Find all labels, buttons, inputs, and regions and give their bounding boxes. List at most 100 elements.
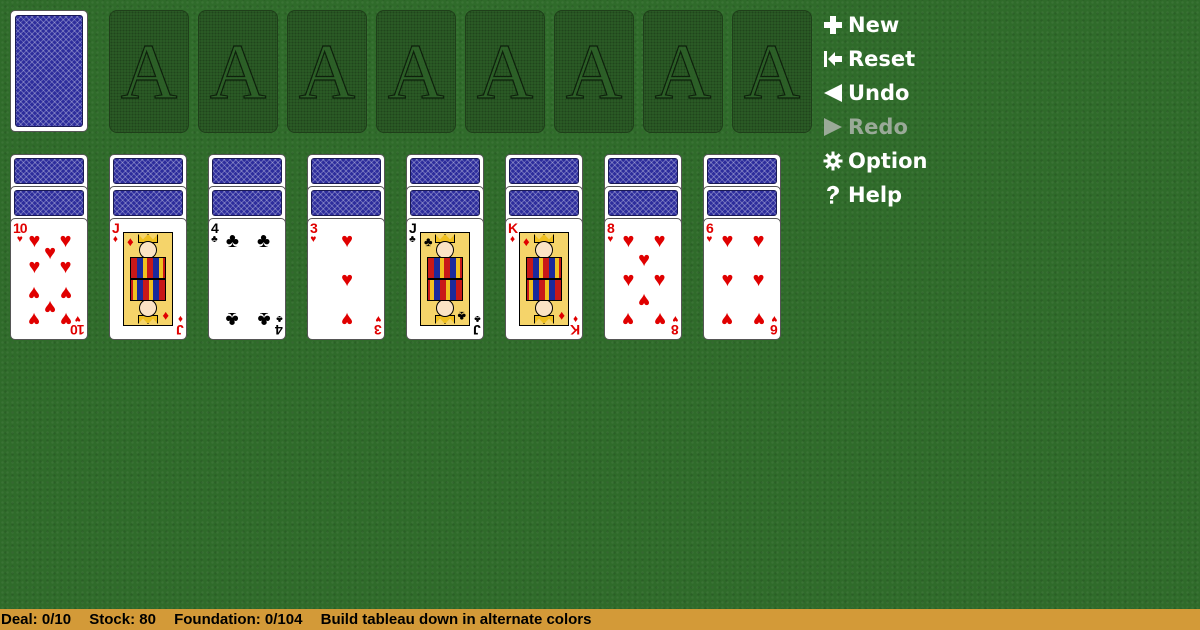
- card-index: J ♣: [409, 220, 417, 245]
- hearts-icon: ♥: [721, 308, 734, 331]
- redo-button[interactable]: Redo: [822, 110, 928, 144]
- hearts-icon: ♥: [622, 229, 635, 252]
- card-index: 3 ♥: [310, 220, 318, 245]
- hearts-icon: ♥: [341, 229, 353, 252]
- playing-card[interactable]: J ♦ J ♦ ♦ ♦: [109, 218, 187, 340]
- foundation-placeholder: A: [743, 27, 801, 115]
- card-rank: 6: [706, 220, 714, 236]
- playing-card[interactable]: J ♣ J ♣ ♣ ♣: [406, 218, 484, 340]
- playing-card[interactable]: 10 ♥ 10 ♥ ♥ ♥ ♥ ♥ ♥ ♥ ♥ ♥ ♥ ♥: [10, 218, 88, 340]
- card-back: [113, 158, 183, 184]
- diamonds-icon: ♦: [523, 234, 530, 249]
- card-back: [608, 158, 678, 184]
- help-button[interactable]: Help: [822, 178, 928, 212]
- playing-card[interactable]: K ♦ K ♦ ♦ ♦: [505, 218, 583, 340]
- foundation-slot[interactable]: A: [554, 10, 634, 133]
- card-back: [113, 190, 183, 216]
- deal-count: Deal: 0/10: [1, 611, 72, 628]
- hearts-icon: ♥: [341, 308, 353, 331]
- card-index: 6 ♥: [771, 313, 778, 338]
- card-back: [311, 190, 381, 216]
- foundation-slot[interactable]: A: [376, 10, 456, 133]
- game-menu: New Reset Undo Redo Option Help: [822, 8, 928, 212]
- foundation-placeholder: A: [387, 27, 445, 115]
- clubs-icon: ♣: [457, 309, 466, 324]
- court-figure: ♦: [520, 279, 568, 325]
- new-button[interactable]: New: [822, 8, 928, 42]
- help-icon: [822, 184, 844, 206]
- court-figure: ♦: [124, 279, 172, 325]
- card-rank: 3: [310, 220, 318, 236]
- undo-button[interactable]: Undo: [822, 76, 928, 110]
- playing-card[interactable]: 8 ♥ 8 ♥ ♥ ♥ ♥ ♥ ♥ ♥ ♥ ♥: [604, 218, 682, 340]
- hearts-icon: ♥: [59, 282, 72, 305]
- foundation-slot[interactable]: A: [465, 10, 545, 133]
- foundation-slot[interactable]: A: [732, 10, 812, 133]
- card-index: K ♦: [508, 221, 518, 245]
- new-label: New: [848, 13, 900, 37]
- hearts-icon: ♥: [721, 269, 734, 291]
- card-back: [410, 190, 480, 216]
- card-back: [608, 190, 678, 216]
- foundation-placeholder: A: [209, 27, 267, 115]
- clubs-icon: ♣: [225, 308, 239, 331]
- hearts-icon: ♥: [59, 229, 72, 252]
- card-back: [14, 190, 84, 216]
- card-index: J ♣: [474, 313, 481, 338]
- card-rank: 8: [672, 322, 679, 338]
- card-index: K ♦: [570, 313, 580, 338]
- court-card-artwork: ♣ ♣: [420, 232, 470, 326]
- card-back: [707, 158, 777, 184]
- option-button[interactable]: Option: [822, 144, 928, 178]
- hearts-icon: ♥: [28, 282, 41, 305]
- foundation-slot[interactable]: A: [109, 10, 189, 133]
- stock-pile[interactable]: [10, 10, 88, 132]
- foundation-placeholder: A: [565, 27, 623, 115]
- redo-icon: [822, 116, 844, 138]
- card-rank: J: [474, 322, 481, 338]
- stock-count: Stock: 80: [89, 611, 156, 628]
- card-rank: 10: [13, 220, 28, 236]
- foundation-count: Foundation: 0/104: [174, 611, 303, 628]
- reset-button[interactable]: Reset: [822, 42, 928, 76]
- playing-card[interactable]: 3 ♥ 3 ♥ ♥ ♥ ♥: [307, 218, 385, 340]
- hearts-icon: ♥: [28, 308, 41, 331]
- clubs-icon: ♣: [424, 234, 433, 249]
- card-back: [707, 190, 777, 216]
- undo-icon: [822, 82, 844, 104]
- card-rank: J: [112, 220, 120, 236]
- face-icon: [436, 299, 454, 317]
- tableau-pile: 10 ♥ 10 ♥ ♥ ♥ ♥ ♥ ♥ ♥ ♥ ♥ ♥ ♥: [10, 154, 88, 340]
- foundation-slot[interactable]: A: [643, 10, 723, 133]
- playing-card[interactable]: 6 ♥ 6 ♥ ♥ ♥ ♥ ♥ ♥ ♥: [703, 218, 781, 340]
- hearts-icon: ♥: [653, 308, 666, 331]
- hearts-icon: ♥: [653, 269, 666, 291]
- reset-icon: [822, 48, 844, 70]
- card-rank: K: [570, 322, 580, 338]
- diamonds-icon: ♦: [178, 312, 184, 324]
- redo-label: Redo: [848, 115, 908, 139]
- card-rank: 8: [607, 220, 615, 236]
- card-index: 10 ♥: [71, 313, 85, 338]
- robe-icon: [526, 279, 562, 301]
- card-back: [14, 158, 84, 184]
- foundation-slot[interactable]: A: [287, 10, 367, 133]
- card-back: [15, 15, 83, 127]
- playing-card[interactable]: 4 ♣ 4 ♣ ♣ ♣ ♣ ♣: [208, 218, 286, 340]
- face-icon: [535, 299, 553, 317]
- hearts-icon: ♥: [59, 255, 72, 278]
- card-rank: J: [409, 220, 417, 236]
- card-back: [410, 158, 480, 184]
- foundation-placeholder: A: [298, 27, 356, 115]
- foundation-slot[interactable]: A: [198, 10, 278, 133]
- diamonds-icon: ♦: [558, 309, 565, 324]
- card-back: [509, 190, 579, 216]
- card-rank: 3: [375, 322, 382, 338]
- court-figure: ♦: [520, 233, 568, 279]
- robe-icon: [130, 257, 166, 279]
- card-rank: 4: [211, 220, 219, 236]
- hearts-icon: ♥: [752, 229, 765, 252]
- plus-icon: [822, 14, 844, 36]
- face-icon: [139, 299, 157, 317]
- hearts-icon: ♥: [752, 308, 765, 331]
